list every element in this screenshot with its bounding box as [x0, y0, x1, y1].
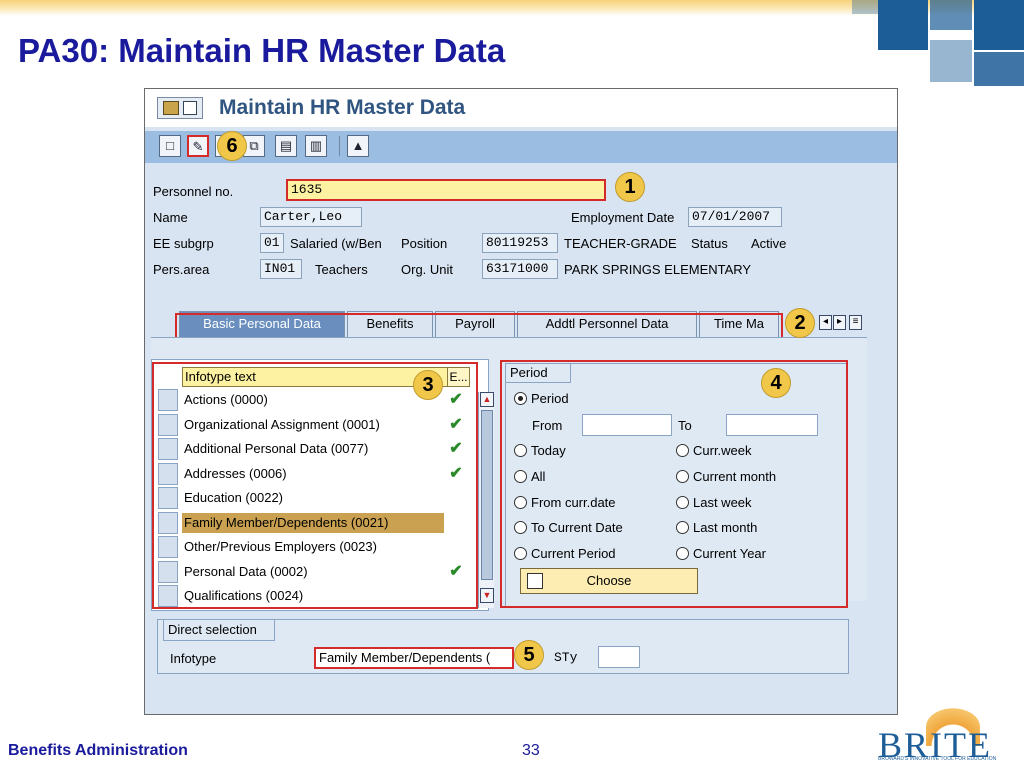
corner-decor-square: [974, 52, 1024, 86]
create-icon[interactable]: □: [159, 135, 181, 157]
ee-subgrp-label: EE subgrp: [153, 236, 214, 251]
callout-badge-4: 4: [761, 368, 791, 398]
corner-decor-square: [930, 0, 972, 30]
employment-date-value: 07/01/2007: [688, 207, 782, 227]
direct-selection-group: Direct selection Infotype Family Member/…: [157, 619, 849, 674]
brite-logo: BRITE BROWARD'S INNOVATIVE TOOL FOR EDUC…: [874, 708, 1016, 765]
callout-badge-5: 5: [514, 640, 544, 670]
direct-selection-label: Direct selection: [163, 619, 275, 641]
change-icon[interactable]: ✎: [187, 135, 209, 157]
status-label: Status: [691, 236, 728, 251]
window-title: Maintain HR Master Data: [219, 96, 466, 119]
personnel-no-input[interactable]: 1635: [286, 179, 606, 201]
delete-icon[interactable]: ▥: [305, 135, 327, 157]
status-value: Active: [751, 236, 787, 251]
position-text: TEACHER-GRADE: [564, 236, 677, 251]
slide: PA30: Maintain HR Master Data Maintain H…: [0, 0, 1024, 768]
slide-title: PA30: Maintain HR Master Data: [18, 32, 506, 69]
corner-decor-square: [878, 0, 928, 50]
tab-list-icon[interactable]: ≡: [849, 315, 862, 330]
brite-logo-tagline: BROWARD'S INNOVATIVE TOOL FOR EDUCATION: [878, 756, 997, 762]
org-unit-label: Org. Unit: [401, 262, 454, 277]
callout-badge-1: 1: [615, 172, 645, 202]
corner-decor-square: [974, 0, 1024, 50]
tab-scroll-right-icon[interactable]: ▸: [833, 315, 846, 330]
period-highlight-box: [500, 360, 848, 608]
pers-area-code: IN01: [260, 259, 302, 279]
name-value: Carter,Leo: [260, 207, 362, 227]
overview-icon[interactable]: ▲: [347, 135, 369, 157]
callout-badge-2: 2: [785, 308, 815, 338]
scroll-down-icon[interactable]: ▼: [480, 588, 494, 603]
title-icons[interactable]: [157, 97, 203, 119]
document-icon: [183, 101, 197, 115]
toolbar-separator: [339, 136, 340, 156]
scroll-thumb[interactable]: [481, 410, 493, 580]
scroll-up-icon[interactable]: ▲: [480, 392, 494, 407]
pers-area-text: Teachers: [315, 262, 368, 277]
org-unit-code: 63171000: [482, 259, 558, 279]
pers-area-label: Pers.area: [153, 262, 210, 277]
employment-date-label: Employment Date: [571, 210, 675, 225]
callout-badge-3: 3: [413, 370, 443, 400]
infotype-label: Infotype: [170, 651, 217, 666]
name-label: Name: [153, 210, 188, 225]
callout-badge-6: 6: [217, 131, 247, 161]
org-unit-text: PARK SPRINGS ELEMENTARY: [564, 262, 752, 277]
people-icon: [163, 101, 179, 115]
application-toolbar: □ ✎ ◇ ⧉ ▤ ▥ ▲: [145, 131, 897, 163]
footer-title: Benefits Administration: [8, 742, 188, 759]
corner-decor-square: [930, 40, 972, 82]
vertical-scrollbar[interactable]: ▲ ▼: [478, 392, 494, 608]
sty-input[interactable]: [598, 646, 640, 668]
tab-scroll-left-icon[interactable]: ◂: [819, 315, 832, 330]
window-title-bar: Maintain HR Master Data: [145, 89, 897, 127]
ee-subgrp-code: 01: [260, 233, 284, 253]
infotype-input[interactable]: Family Member/Dependents (: [314, 647, 514, 669]
sty-label: STy: [554, 650, 578, 665]
page-number: 33: [522, 742, 540, 759]
personnel-no-label: Personnel no.: [153, 184, 234, 199]
position-code: 80119253: [482, 233, 558, 253]
position-label: Position: [401, 236, 448, 251]
delimit-icon[interactable]: ▤: [275, 135, 297, 157]
ee-subgrp-text: Salaried (w/Ben: [290, 236, 382, 251]
